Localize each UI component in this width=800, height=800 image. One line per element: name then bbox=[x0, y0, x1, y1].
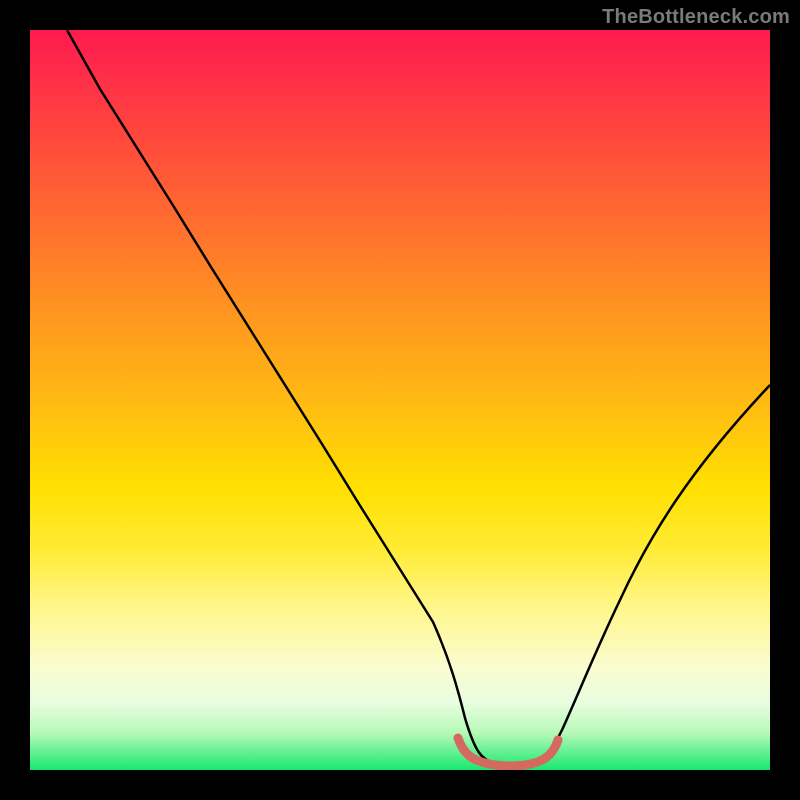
watermark-text: TheBottleneck.com bbox=[602, 6, 790, 29]
curve-layer bbox=[30, 30, 770, 770]
bottleneck-curve-path bbox=[67, 30, 770, 765]
plot-area bbox=[30, 30, 770, 770]
chart-frame: TheBottleneck.com bbox=[0, 0, 800, 800]
